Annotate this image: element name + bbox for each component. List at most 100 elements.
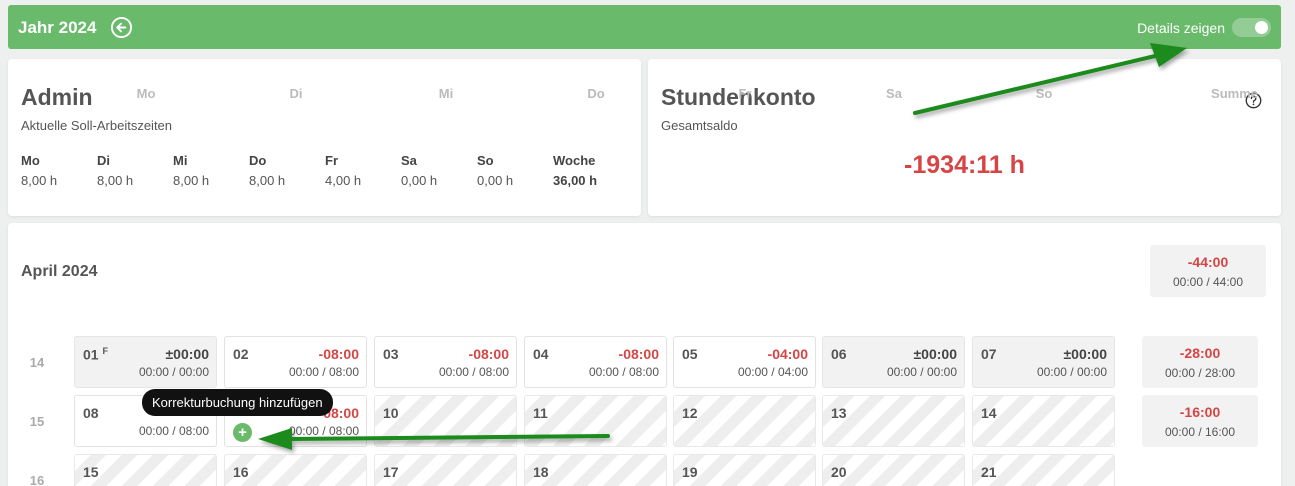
day-cell[interactable]: 14 (972, 395, 1115, 447)
day-number-text: 17 (383, 464, 399, 480)
day-cell[interactable]: 20 (822, 454, 965, 486)
day-number: 11 (533, 405, 548, 421)
details-toggle[interactable] (1232, 18, 1271, 37)
day-number-text: 12 (682, 405, 698, 421)
day-number: 03 (383, 346, 399, 362)
day-number: 05 (682, 346, 698, 362)
weekday-label: Mo (21, 153, 40, 168)
day-hours: 00:00 / 08:00 (138, 424, 209, 438)
total-balance: -1934:11 h (904, 151, 1025, 179)
day-balance: -08:00 (468, 346, 509, 362)
day-number-text: 02 (233, 346, 249, 362)
day-cell[interactable]: 04 -08:00 00:00 / 08:00 (524, 336, 667, 388)
toggle-knob (1255, 21, 1268, 34)
day-number-text: 03 (383, 346, 399, 362)
day-number: 02 (233, 346, 249, 362)
weekday-header: Sa (886, 86, 902, 101)
day-cell[interactable]: 16 (224, 454, 367, 486)
day-number: 21 (981, 464, 997, 480)
day-hours: 00:00 / 00:00 (138, 365, 209, 379)
week-number: 14 (29, 355, 45, 370)
year-title: Jahr 2024 (18, 18, 97, 37)
day-number: 06 (831, 346, 847, 362)
week-sum-balance: -16:00 (1179, 404, 1221, 420)
weekday-label: Do (249, 153, 267, 168)
weekday-hours: 8,00 h (249, 173, 286, 188)
day-number-text: 10 (383, 405, 399, 421)
weekday-hours: 8,00 h (21, 173, 58, 188)
day-hours: 00:00 / 08:00 (288, 365, 359, 379)
day-cell[interactable]: 12 (673, 395, 816, 447)
week-total-target: Woche 36,00 h (553, 153, 597, 188)
weekday-header: Di (289, 86, 303, 101)
week-number: 16 (29, 473, 45, 486)
day-cell[interactable]: 10 (374, 395, 517, 447)
day-cell[interactable]: 18 (524, 454, 667, 486)
day-hours: 00:00 / 04:00 (737, 365, 808, 379)
day-cell[interactable]: 03 -08:00 00:00 / 08:00 (374, 336, 517, 388)
day-number: 14 (981, 405, 997, 421)
week-total-hours: 36,00 h (553, 173, 598, 188)
day-cell[interactable]: 13 (822, 395, 965, 447)
day-cell[interactable]: 01 F ±00:00 00:00 / 00:00 (74, 336, 217, 388)
week-total-label: Woche (553, 153, 596, 168)
day-cell[interactable]: 11 (524, 395, 667, 447)
correction-tooltip: Korrekturbuchung hinzufügen (142, 389, 333, 416)
day-number-text: 13 (831, 405, 847, 421)
day-cell[interactable]: 17 (374, 454, 517, 486)
weekday-hours: 0,00 h (477, 173, 514, 188)
sum-header: Summe (1211, 86, 1258, 101)
day-cell[interactable]: 06 ±00:00 00:00 / 00:00 (822, 336, 965, 388)
day-number: 17 (383, 464, 399, 480)
day-number-text: 08 (83, 405, 99, 421)
day-number-text: 05 (682, 346, 698, 362)
day-cell[interactable]: 05 -04:00 00:00 / 04:00 (673, 336, 816, 388)
day-number-text: 14 (981, 405, 997, 421)
day-number-text: 07 (981, 346, 997, 362)
day-number-text: 20 (831, 464, 847, 480)
add-correction-button[interactable]: + (233, 423, 252, 442)
day-hours: 00:00 / 00:00 (886, 365, 957, 379)
back-arrow-icon[interactable] (110, 16, 133, 39)
weekday-target: Mo 8,00 h (21, 153, 57, 188)
day-balance: -08:00 (318, 346, 359, 362)
target-hours-subtitle: Aktuelle Soll-Arbeitszeiten (21, 118, 173, 133)
weekday-target: Mi 8,00 h (173, 153, 209, 188)
day-number: 10 (383, 405, 399, 421)
day-balance: -04:00 (767, 346, 808, 362)
month-hours: 00:00 / 44:00 (1172, 275, 1244, 289)
day-number-text: 21 (981, 464, 997, 480)
day-number: 13 (831, 405, 847, 421)
month-summary: -44:00 00:00 / 44:00 (1150, 245, 1266, 297)
weekday-target: Sa 0,00 h (401, 153, 437, 188)
day-number-text: 01 (83, 346, 99, 363)
day-number: 08 (83, 405, 99, 421)
day-number: 16 (233, 464, 249, 480)
month-balance: -44:00 (1187, 254, 1229, 270)
day-number: 04 (533, 346, 549, 362)
weekday-hours: 4,00 h (325, 173, 362, 188)
weekday-hours: 8,00 h (97, 173, 134, 188)
day-number: 07 (981, 346, 997, 362)
day-balance: ±00:00 (165, 346, 210, 362)
day-hours: 00:00 / 08:00 (288, 424, 359, 438)
day-number-text: 15 (83, 464, 99, 480)
weekday-target: Fr 4,00 h (325, 153, 361, 188)
day-number: 15 (83, 464, 99, 480)
weekday-header: So (1035, 86, 1053, 101)
weekday-target: So 0,00 h (477, 153, 513, 188)
day-balance: ±00:00 (913, 346, 958, 362)
day-cell[interactable]: 15 (74, 454, 217, 486)
week-number: 15 (29, 414, 45, 429)
day-cell[interactable]: 02 -08:00 00:00 / 08:00 (224, 336, 367, 388)
stundenkonto-card: Stundenkonto Gesamtsaldo -1934:11 h (648, 59, 1281, 216)
day-cell[interactable]: 07 ±00:00 00:00 / 00:00 (972, 336, 1115, 388)
day-number-text: 16 (233, 464, 249, 480)
day-cell[interactable]: 19 (673, 454, 816, 486)
weekday-header: Do (587, 86, 605, 101)
day-cell[interactable]: 21 (972, 454, 1115, 486)
day-balance: -08:00 (618, 346, 659, 362)
holiday-marker: F (102, 346, 108, 356)
week-sum: -28:00 00:00 / 28:00 (1142, 336, 1258, 388)
weekday-label: So (477, 153, 494, 168)
